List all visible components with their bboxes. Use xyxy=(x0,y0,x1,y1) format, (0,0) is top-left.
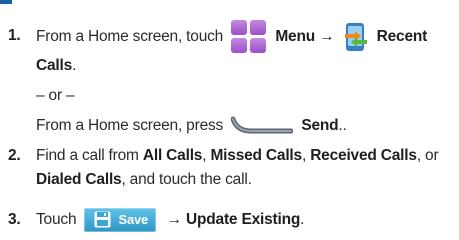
arrow-1: → xyxy=(319,28,335,46)
menu-label: Menu xyxy=(275,28,315,46)
send-label: Send xyxy=(301,117,339,134)
step-2-number: 2. xyxy=(8,147,21,164)
step-1-number: 1. xyxy=(8,27,21,44)
step-2-line-2: Dialed Calls, and touch the call. xyxy=(36,170,252,190)
all-calls-label: All Calls xyxy=(142,147,203,164)
arrow-3: → xyxy=(166,211,183,228)
step-1-text: From a Home screen, touch xyxy=(36,28,224,46)
recent-calls-icon xyxy=(343,22,369,52)
or-text: – or – xyxy=(36,87,75,104)
step-1-alt-line: From a Home screen, press Send.. xyxy=(36,114,347,138)
step-3-number: 3. xyxy=(8,211,21,228)
heading-rule xyxy=(0,0,12,4)
dialed-calls-label: Dialed Calls xyxy=(36,171,122,188)
touch-text: Touch xyxy=(36,211,77,228)
or-word: , or xyxy=(416,147,439,164)
save-disk-icon xyxy=(94,211,111,228)
menu-grid-icon xyxy=(231,20,267,54)
save-button[interactable]: Save xyxy=(84,207,157,232)
recent-calls-label: Recent xyxy=(376,28,428,46)
step-3-line: Touch Save → Update Existing. xyxy=(36,206,304,234)
recent-calls-label-cont: Calls xyxy=(36,57,73,74)
step-1-period: . xyxy=(72,57,77,74)
or-separator: – or – xyxy=(36,86,75,106)
step-3-period: . xyxy=(300,211,305,228)
missed-calls-label: Missed Calls xyxy=(210,147,302,164)
step-1-line-2: Calls. xyxy=(36,56,76,76)
step-1-alt-text: From a Home screen, press xyxy=(36,117,224,134)
update-existing-label: Update Existing xyxy=(186,211,301,228)
step-2-line-1: Find a call from All Calls, Missed Calls… xyxy=(36,146,439,166)
step-2-text: Find a call from xyxy=(36,147,143,164)
save-button-label: Save xyxy=(118,211,149,227)
comma-2: , xyxy=(301,147,311,164)
instruction-page: 1. From a Home screen, touch Menu → Rece… xyxy=(0,0,459,240)
step-2-tail: , and touch the call. xyxy=(121,171,252,188)
step-1-line-1: From a Home screen, touch Menu → Recent xyxy=(36,20,427,54)
send-key-icon xyxy=(230,116,294,136)
received-calls-label: Received Calls xyxy=(310,147,417,164)
step-1-alt-period: .. xyxy=(338,117,347,134)
